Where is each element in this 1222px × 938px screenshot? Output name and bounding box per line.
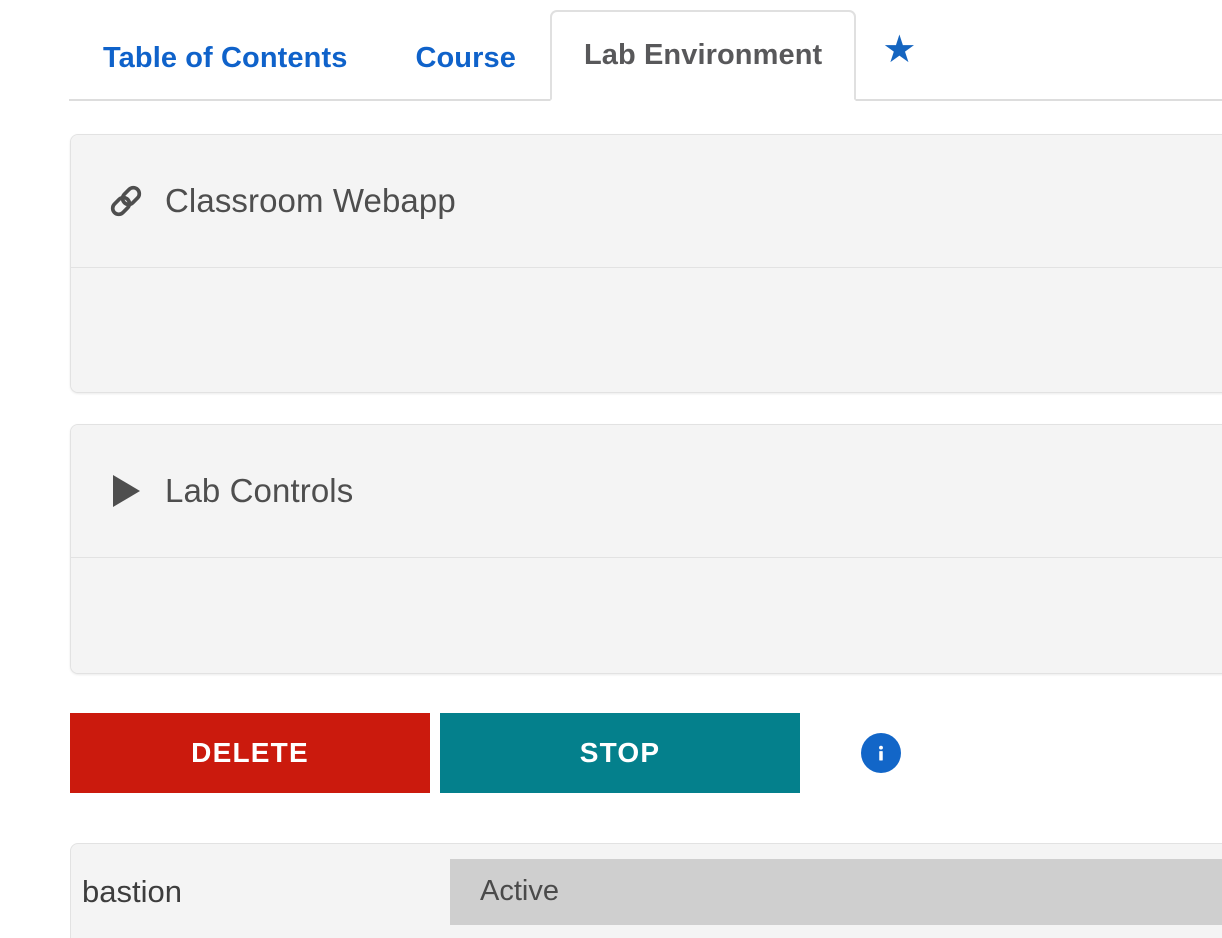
panel-title: Classroom Webapp [165,182,456,220]
info-icon [870,742,892,764]
machine-name: bastion [82,874,450,910]
panel-title: Lab Controls [165,472,353,510]
tab-course[interactable]: Course [381,15,550,99]
tab-table-of-contents[interactable]: Table of Contents [69,15,381,99]
panel-classroom-webapp-body [71,268,1222,392]
tab-label: Table of Contents [103,42,347,75]
panel-classroom-webapp-header[interactable]: Classroom Webapp [71,135,1222,268]
panel-lab-controls-body [71,558,1222,673]
tab-bar: Table of Contents Course Lab Environment… [69,0,1222,101]
stop-button-label: STOP [580,737,661,769]
panel-lab-controls-header[interactable]: Lab Controls [71,425,1222,558]
link-icon [104,179,148,223]
triangle-right-icon [104,469,148,513]
star-icon: ★ [882,31,916,69]
info-button[interactable] [861,733,901,773]
favorite-button[interactable]: ★ [856,15,942,99]
delete-button-label: DELETE [191,737,309,769]
panel-lab-controls: Lab Controls [70,424,1222,674]
tab-label: Lab Environment [584,39,822,72]
lab-action-buttons: DELETE STOP [70,713,901,793]
status-badge: Active [450,859,1222,925]
table-row: bastion Active [71,844,1222,938]
panel-machines: bastion Active [70,843,1222,938]
panel-classroom-webapp: Classroom Webapp [70,134,1222,393]
tab-lab-environment[interactable]: Lab Environment [550,10,856,101]
delete-button[interactable]: DELETE [70,713,430,793]
tab-label: Course [415,42,516,75]
stop-button[interactable]: STOP [440,713,800,793]
lab-environment-page: Table of Contents Course Lab Environment… [0,0,1222,938]
